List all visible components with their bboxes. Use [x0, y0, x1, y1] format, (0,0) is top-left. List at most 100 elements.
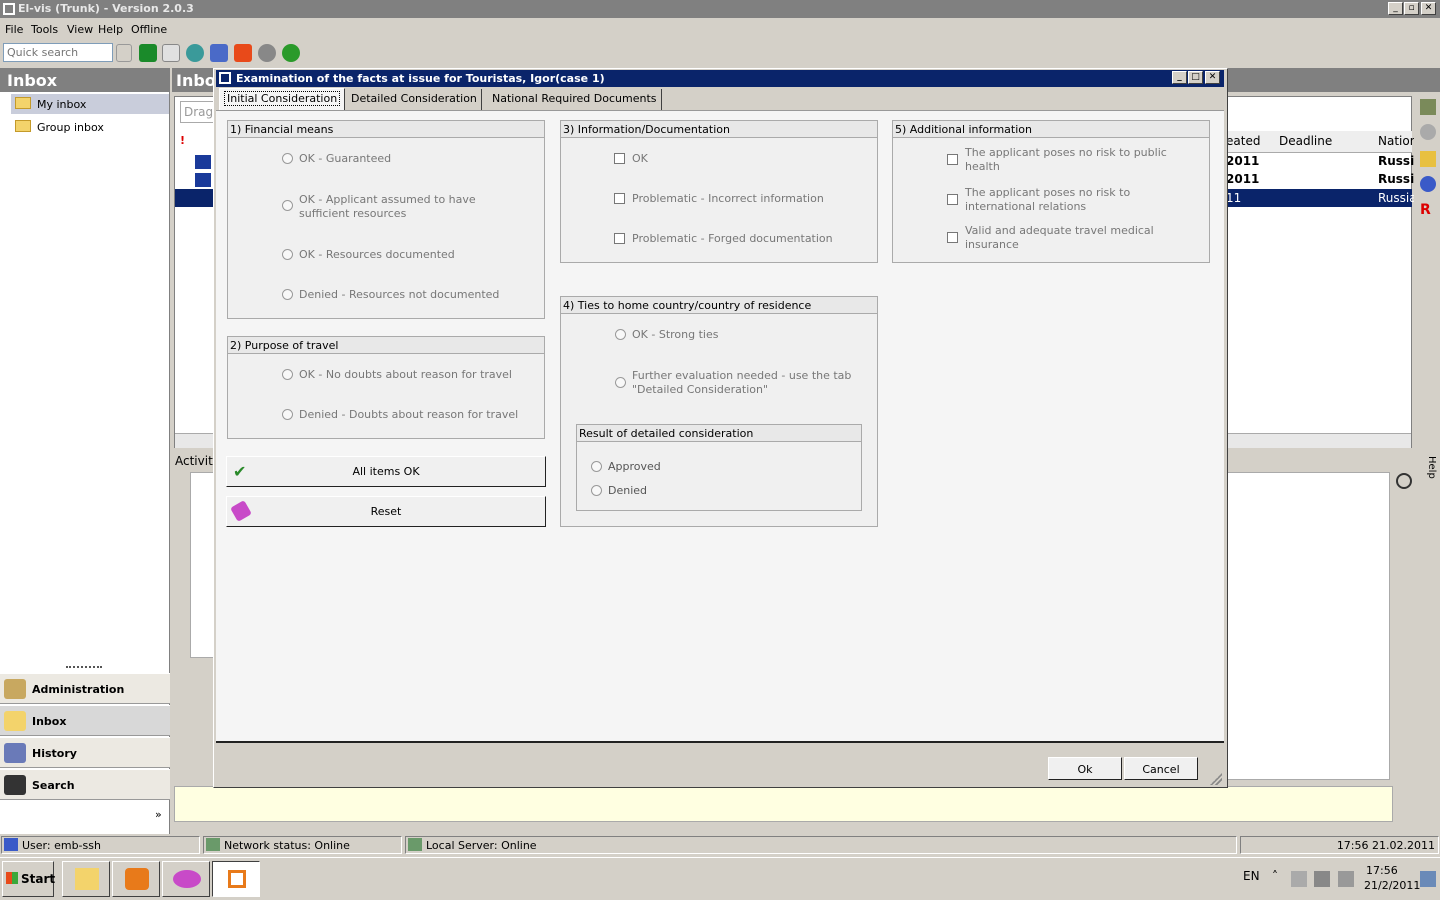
priority-icon: !	[180, 134, 186, 147]
menu-view[interactable]: View	[67, 23, 93, 36]
ok-button[interactable]: Ok	[1048, 757, 1122, 780]
button-label: Reset	[370, 505, 402, 518]
radio-financial-denied[interactable]	[282, 289, 293, 300]
col-created[interactable]: eated	[1226, 134, 1260, 148]
option-label: Further evaluation needed - use the tab …	[632, 369, 852, 396]
radio-ties-ok[interactable]	[615, 329, 626, 340]
menu-bar: File Tools View Help Offline	[0, 20, 1440, 40]
minimize-button[interactable]: _	[1388, 2, 1403, 15]
show-desktop-icon[interactable]	[1420, 871, 1436, 887]
option-label: Denied	[608, 484, 648, 497]
table-row-selected[interactable]	[175, 189, 214, 207]
col-deadline[interactable]: Deadline	[1279, 134, 1332, 148]
radio-financial-guaranteed[interactable]	[282, 153, 293, 164]
app-logo-icon	[3, 3, 15, 15]
gear-icon[interactable]	[1396, 473, 1412, 489]
checkbox-info-incorrect[interactable]	[614, 193, 625, 204]
col-nation[interactable]: Nation	[1378, 134, 1417, 148]
option-label: OK - No doubts about reason for travel	[299, 368, 512, 381]
fingerprint-icon[interactable]	[258, 44, 276, 62]
menu-offline[interactable]: Offline	[131, 23, 167, 36]
group-title: 2) Purpose of travel	[228, 337, 544, 354]
app-task[interactable]	[162, 861, 210, 897]
checkbox-info-forged[interactable]	[614, 233, 625, 244]
sidebar-header: Inbox	[0, 68, 170, 92]
search-go-icon[interactable]	[116, 44, 132, 62]
language-indicator[interactable]: EN	[1243, 869, 1260, 883]
tray-security-icon[interactable]	[1291, 871, 1307, 887]
activities-label: Activiti	[175, 454, 217, 468]
menu-tools[interactable]: Tools	[31, 23, 58, 36]
help-tab[interactable]: Help	[1421, 456, 1437, 486]
notes-icon[interactable]	[1420, 99, 1436, 115]
drag-area[interactable]: Drag	[180, 101, 214, 123]
tab-initial-consideration[interactable]: Initial Consideration	[219, 88, 346, 111]
menu-file[interactable]: File	[5, 23, 23, 36]
reset-button[interactable]: Reset	[226, 496, 546, 527]
radio-result-denied[interactable]	[591, 485, 602, 496]
nav-inbox[interactable]: Inbox	[0, 705, 170, 736]
checkbox-travel-insurance[interactable]	[947, 232, 958, 243]
person-icon[interactable]	[1420, 176, 1436, 192]
dialog-title-bar: Examination of the facts at issue for To…	[216, 70, 1224, 87]
dialog-maximize-button[interactable]: □	[1188, 71, 1203, 84]
refresh-icon[interactable]	[282, 44, 300, 62]
globe-icon[interactable]	[186, 44, 204, 62]
checkbox-public-health[interactable]	[947, 154, 958, 165]
envelope-icon	[4, 711, 26, 731]
puzzle-icon[interactable]	[234, 44, 252, 62]
explorer-task[interactable]	[62, 861, 110, 897]
nav-search[interactable]: Search	[0, 769, 170, 800]
media-task[interactable]	[112, 861, 160, 897]
nav-label: History	[32, 747, 77, 760]
tab-detailed-consideration[interactable]: Detailed Consideration	[347, 89, 482, 110]
tree-item-my-inbox[interactable]: My inbox	[11, 94, 169, 114]
dialog-close-button[interactable]: ✕	[1205, 71, 1220, 84]
tray-chevron-icon[interactable]: ˄	[1272, 869, 1278, 883]
tree-item-group-inbox[interactable]: Group inbox	[11, 117, 169, 137]
network-icon[interactable]	[210, 44, 228, 62]
close-button[interactable]: ✕	[1421, 2, 1436, 15]
flag-icon	[195, 155, 211, 169]
option-label: Denied - Resources not documented	[299, 288, 500, 301]
cancel-button[interactable]: Cancel	[1124, 757, 1198, 780]
exit-icon[interactable]	[139, 44, 157, 62]
restore-button[interactable]: ▫	[1404, 2, 1419, 15]
r-icon[interactable]: R	[1420, 202, 1436, 218]
option-label: Approved	[608, 460, 661, 473]
all-items-ok-button[interactable]: ✔ All items OK	[226, 456, 546, 487]
app-icon	[173, 870, 201, 888]
radio-ties-further[interactable]	[615, 377, 626, 388]
radio-financial-assumed[interactable]	[282, 200, 293, 211]
radio-result-approved[interactable]	[591, 461, 602, 472]
tray-volume-icon[interactable]	[1338, 871, 1354, 887]
radio-purpose-ok[interactable]	[282, 369, 293, 380]
tree-item-label: Group inbox	[37, 121, 104, 134]
menu-help[interactable]: Help	[98, 23, 123, 36]
asterisk-icon[interactable]	[1420, 124, 1436, 140]
document-icon[interactable]	[162, 44, 180, 62]
resize-grip-icon[interactable]	[1210, 773, 1222, 785]
clock-time[interactable]: 17:56	[1366, 864, 1398, 877]
flag-icon	[195, 173, 211, 187]
splitter-handle[interactable]	[66, 666, 102, 669]
checkbox-info-ok[interactable]	[614, 153, 625, 164]
nav-administration[interactable]: Administration	[0, 673, 170, 704]
nav-history[interactable]: History	[0, 737, 170, 768]
clock-date[interactable]: 21/2/2011	[1364, 879, 1420, 892]
radio-purpose-denied[interactable]	[282, 409, 293, 420]
row-created: 2011	[1226, 154, 1260, 168]
checkbox-international-relations[interactable]	[947, 194, 958, 205]
quick-search-input[interactable]	[3, 43, 113, 62]
dialog-minimize-button[interactable]: _	[1172, 71, 1187, 84]
open-folder-icon[interactable]	[1420, 151, 1436, 167]
radio-financial-documented[interactable]	[282, 249, 293, 260]
start-button[interactable]: Start	[2, 861, 55, 897]
elvis-task[interactable]	[212, 861, 260, 897]
row-created: 11	[1226, 191, 1242, 205]
tree-item-label: My inbox	[37, 98, 87, 111]
tab-national-required-documents[interactable]: National Required Documents	[488, 89, 662, 110]
chevron-down-icon[interactable]: »	[155, 808, 162, 821]
option-label: OK - Guaranteed	[299, 152, 392, 165]
tray-network-icon[interactable]	[1314, 871, 1330, 887]
